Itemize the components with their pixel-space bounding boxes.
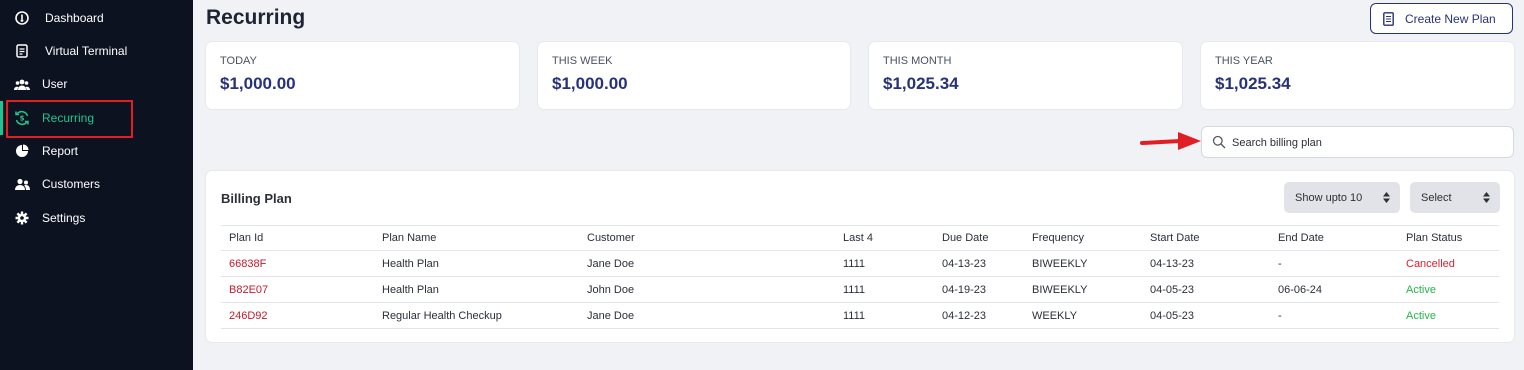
sort-caret-icon [1383, 192, 1390, 203]
column-header-frequency[interactable]: Frequency [1024, 225, 1142, 251]
billing-plan-table: Plan Id Plan Name Customer Last 4 Due Da… [221, 225, 1499, 329]
last4-cell: 1111 [835, 302, 934, 329]
table-header-row: Plan Id Plan Name Customer Last 4 Due Da… [221, 225, 1499, 251]
table-row[interactable]: B82E07 Health Plan John Doe 1111 04-19-2… [221, 276, 1499, 303]
sidebar-item-label: User [42, 77, 68, 91]
create-new-plan-button[interactable]: Create New Plan [1370, 3, 1513, 34]
due-date-cell: 04-13-23 [934, 250, 1024, 277]
frequency-cell: WEEKLY [1024, 302, 1142, 329]
customers-icon [14, 176, 30, 192]
page-title: Recurring [206, 6, 306, 29]
stat-label: THIS WEEK [552, 55, 613, 67]
users-icon [14, 76, 30, 92]
customer-cell: Jane Doe [579, 302, 835, 329]
search-icon [1212, 135, 1226, 149]
table-row[interactable]: 66838F Health Plan Jane Doe 1111 04-13-2… [221, 250, 1499, 277]
page-size-select[interactable]: Show upto 10 [1284, 182, 1400, 213]
status-filter-select[interactable]: Select [1410, 182, 1500, 213]
end-date-cell: 06-06-24 [1270, 276, 1398, 303]
page-size-value: Show upto 10 [1295, 191, 1363, 204]
start-date-cell: 04-13-23 [1142, 250, 1270, 277]
customer-cell: Jane Doe [579, 250, 835, 277]
sidebar-item-label: Virtual Terminal [45, 44, 128, 58]
sidebar-item-report[interactable]: Report [0, 136, 193, 166]
stat-label: TODAY [220, 55, 257, 67]
sidebar-item-dashboard[interactable]: Dashboard [0, 3, 193, 33]
plan-name-cell: Regular Health Checkup [374, 302, 579, 329]
plan-status-cell: Cancelled [1398, 250, 1499, 277]
due-date-cell: 04-12-23 [934, 302, 1024, 329]
sidebar-item-label: Settings [42, 211, 86, 225]
stat-card-this-year: THIS YEAR $1,025.34 [1201, 42, 1514, 109]
column-header-due-date[interactable]: Due Date [934, 225, 1024, 251]
billing-plan-panel: Billing Plan Show upto 10 Select Plan Id… [206, 171, 1514, 342]
customer-cell: John Doe [579, 276, 835, 303]
last4-cell: 1111 [835, 276, 934, 303]
stat-label: THIS YEAR [1215, 55, 1273, 67]
terminal-icon [14, 43, 30, 59]
status-filter-value: Select [1421, 191, 1452, 204]
table-row[interactable]: 246D92 Regular Health Checkup Jane Doe 1… [221, 302, 1499, 329]
start-date-cell: 04-05-23 [1142, 276, 1270, 303]
sidebar-item-label: Dashboard [45, 11, 104, 25]
plan-id-link[interactable]: 246D92 [221, 302, 374, 329]
plan-name-cell: Health Plan [374, 276, 579, 303]
stat-label: THIS MONTH [883, 55, 952, 67]
column-header-end-date[interactable]: End Date [1270, 225, 1398, 251]
due-date-cell: 04-19-23 [934, 276, 1024, 303]
stat-card-this-week: THIS WEEK $1,000.00 [538, 42, 850, 109]
plan-id-link[interactable]: B82E07 [221, 276, 374, 303]
frequency-cell: BIWEEKLY [1024, 276, 1142, 303]
pie-chart-icon [14, 143, 30, 159]
search-input[interactable] [1232, 133, 1502, 153]
sidebar-item-customers[interactable]: Customers [0, 169, 193, 199]
plan-id-link[interactable]: 66838F [221, 250, 374, 277]
end-date-cell: - [1270, 302, 1398, 329]
stat-card-today: TODAY $1,000.00 [206, 42, 519, 109]
create-new-plan-label: Create New Plan [1405, 11, 1496, 26]
stat-card-this-month: THIS MONTH $1,025.34 [869, 42, 1182, 109]
sort-caret-icon [1483, 192, 1490, 203]
plan-status-cell: Active [1398, 302, 1499, 329]
sidebar: Dashboard Virtual Terminal User $ Recurr… [0, 0, 193, 370]
frequency-cell: BIWEEKLY [1024, 250, 1142, 277]
highlight-annotation-box [6, 100, 133, 138]
column-header-plan-status[interactable]: Plan Status [1398, 225, 1499, 251]
sidebar-item-label: Report [42, 144, 79, 158]
stat-value: $1,025.34 [1215, 74, 1291, 93]
sidebar-item-user[interactable]: User [0, 69, 193, 99]
document-icon [1383, 11, 1395, 26]
column-header-last4[interactable]: Last 4 [835, 225, 934, 251]
gear-icon [14, 210, 30, 226]
stat-value: $1,025.34 [883, 74, 959, 93]
end-date-cell: - [1270, 250, 1398, 277]
column-header-start-date[interactable]: Start Date [1142, 225, 1270, 251]
arrow-annotation-icon [1140, 132, 1201, 150]
stat-value: $1,000.00 [220, 74, 296, 93]
dashboard-icon [14, 10, 30, 26]
last4-cell: 1111 [835, 250, 934, 277]
sidebar-item-label: Customers [42, 177, 101, 191]
column-header-plan-name[interactable]: Plan Name [374, 225, 579, 251]
column-header-plan-id[interactable]: Plan Id [221, 225, 374, 251]
start-date-cell: 04-05-23 [1142, 302, 1270, 329]
panel-title: Billing Plan [221, 191, 292, 206]
search-box [1201, 126, 1514, 158]
sidebar-item-settings[interactable]: Settings [0, 203, 193, 233]
stat-value: $1,000.00 [552, 74, 628, 93]
sidebar-item-virtual-terminal[interactable]: Virtual Terminal [0, 36, 193, 66]
column-header-customer[interactable]: Customer [579, 225, 835, 251]
plan-status-cell: Active [1398, 276, 1499, 303]
plan-name-cell: Health Plan [374, 250, 579, 277]
